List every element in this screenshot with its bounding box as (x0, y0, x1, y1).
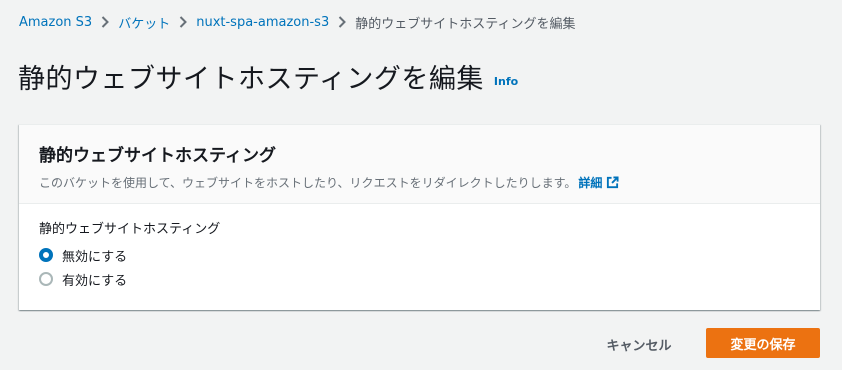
static-hosting-panel: 静的ウェブサイトホスティング このバケットを使用して、ウェブサイトをホストしたり… (19, 124, 820, 310)
detail-link-label: 詳細 (578, 176, 603, 190)
chevron-right-icon (172, 16, 194, 28)
radio-option-enable[interactable]: 有効にする (39, 267, 820, 291)
breadcrumb-buckets[interactable]: バケット (118, 13, 170, 32)
info-link[interactable]: Info (494, 75, 518, 88)
radio-option-enable-label: 有効にする (62, 273, 128, 289)
breadcrumb-bucket-name[interactable]: nuxt-spa-amazon-s3 (196, 15, 329, 30)
radio-option-disable[interactable]: 無効にする (39, 243, 820, 267)
external-link-icon (606, 176, 619, 189)
chevron-right-icon (94, 16, 116, 28)
breadcrumb: Amazon S3 バケット nuxt-spa-amazon-s3 静的ウェブサ… (19, 12, 575, 32)
radio-unchecked-icon[interactable] (39, 272, 53, 286)
page-title: 静的ウェブサイトホスティングを編集 (18, 63, 484, 95)
panel-description-text: このバケットを使用して、ウェブサイトをホストしたり、リクエストをリダイレクトした… (39, 176, 577, 190)
save-changes-button[interactable]: 変更の保存 (706, 328, 820, 358)
panel-title: 静的ウェブサイトホスティング (39, 146, 276, 166)
detail-link[interactable]: 詳細 (578, 174, 619, 191)
radio-option-disable-label: 無効にする (62, 249, 128, 265)
panel-body: 静的ウェブサイトホスティング 無効にする 有効にする (19, 204, 820, 291)
breadcrumb-current: 静的ウェブサイトホスティングを編集 (355, 16, 576, 32)
breadcrumb-amazon-s3[interactable]: Amazon S3 (19, 15, 92, 30)
page-header: 静的ウェブサイトホスティングを編集 Info (18, 58, 518, 95)
chevron-right-icon (331, 16, 353, 28)
panel-header: 静的ウェブサイトホスティング このバケットを使用して、ウェブサイトをホストしたり… (19, 125, 820, 204)
cancel-button[interactable]: キャンセル (592, 329, 686, 359)
hosting-field-label: 静的ウェブサイトホスティング (39, 222, 221, 237)
radio-checked-icon[interactable] (39, 248, 53, 262)
panel-description: このバケットを使用して、ウェブサイトをホストしたり、リクエストをリダイレクトした… (39, 174, 820, 191)
